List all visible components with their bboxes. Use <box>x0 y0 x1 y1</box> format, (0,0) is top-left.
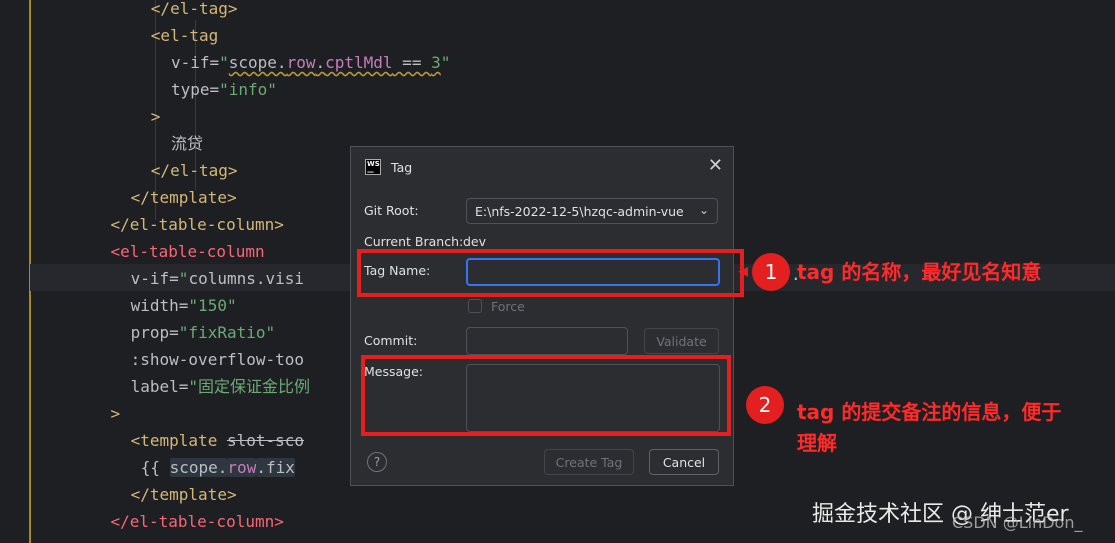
webstorm-icon: WS — <box>365 159 381 176</box>
annotation-circle-1: 1 <box>752 253 790 291</box>
code-line: type="info" <box>171 76 277 103</box>
commit-input[interactable] <box>466 327 628 355</box>
annotation-box-tag-name <box>357 249 744 297</box>
code-token: "info" <box>219 80 277 99</box>
git-root-label: Git Root: <box>364 203 419 218</box>
code-token: "fixRatio" <box>178 323 276 342</box>
annotation-circle-2: 2 <box>746 386 784 424</box>
code-line: prop="fixRatio" <box>131 319 276 346</box>
code-token: prop= <box>130 323 179 342</box>
code-token: </template> <box>130 485 237 504</box>
editor-gutter <box>0 0 30 543</box>
annotation-note-1: tag 的名称，最好见名知意 <box>797 260 1042 284</box>
code-token: <template <box>130 431 227 450</box>
git-root-select[interactable]: E:\nfs-2022-12-5\hzqc-admin-vue ⌄ <box>466 198 718 224</box>
code-token: scope. <box>228 53 287 72</box>
code-token: </el-table-column> <box>110 512 284 531</box>
create-tag-button[interactable]: Create Tag <box>544 449 634 475</box>
code-token: > <box>110 404 121 423</box>
code-token: <el-tag <box>150 26 219 45</box>
code-token: {{ <box>140 458 170 477</box>
annotation-box-message <box>361 355 731 436</box>
code-line: <el-table-column <box>110 238 264 265</box>
code-line: label="固定保证金比例 <box>131 373 310 400</box>
code-token: columns.visi <box>188 269 305 288</box>
code-token: :show-overflow-too <box>130 350 305 369</box>
code-line: </el-table-column> <box>110 211 283 238</box>
help-icon[interactable]: ? <box>367 452 387 472</box>
close-icon[interactable]: ✕ <box>708 155 723 176</box>
cancel-button[interactable]: Cancel <box>649 449 719 475</box>
code-token: </el-table-column> <box>110 215 284 234</box>
code-line: </el-table-column> <box>110 508 283 535</box>
annotation-note-2-line2: 理解 <box>797 431 837 455</box>
code-token: row <box>227 458 257 477</box>
code-token: type= <box>170 80 220 99</box>
code-token: </el-tag> <box>150 0 238 18</box>
code-token: v-if= <box>170 53 220 72</box>
code-token: 流贷 <box>170 134 203 153</box>
code-token: > <box>150 107 161 126</box>
git-root-value: E:\nfs-2022-12-5\hzqc-admin-vue <box>475 203 684 219</box>
code-token: "固定保证金比例 <box>188 377 311 396</box>
code-token: " <box>440 53 451 72</box>
watermark-csdn: CSDN @LinDon_ <box>952 513 1083 532</box>
code-line: > <box>110 400 120 427</box>
code-token: width= <box>130 296 189 315</box>
code-token: row <box>286 53 316 72</box>
code-token: <el-table-column <box>110 242 265 261</box>
code-token: cptlMdl <box>325 53 393 72</box>
force-label: Force <box>491 299 525 314</box>
annotation-arrow-icon: ◂ <box>738 258 749 282</box>
code-token: v-if= <box>130 269 179 288</box>
code-token: .fix <box>256 458 295 477</box>
code-token: "150" <box>188 296 237 315</box>
code-token: scope. <box>169 458 228 477</box>
current-branch-value: dev <box>463 234 487 249</box>
commit-label: Commit: <box>364 333 418 348</box>
code-line: </template> <box>131 481 237 508</box>
code-line: v-if="columns.visi <box>131 265 304 292</box>
code-token: slot-sco <box>226 431 305 450</box>
code-line: <el-tag <box>151 22 218 49</box>
code-line: width="150" <box>131 292 237 319</box>
code-token: " <box>178 269 189 288</box>
dialog-title: Tag <box>391 159 413 175</box>
annotation-note-2-line1: tag 的提交备注的信息，便于 <box>797 400 1062 424</box>
code-line: </el-tag> <box>151 0 238 22</box>
code-line: </el-tag> <box>151 157 238 184</box>
validate-button[interactable]: Validate <box>644 328 719 354</box>
current-branch-label: Current Branch: <box>364 234 464 249</box>
code-line: :show-overflow-too <box>131 346 304 373</box>
code-line: {{ scope.row.fix <box>141 454 295 481</box>
code-token: == <box>392 53 432 72</box>
chevron-down-icon: ⌄ <box>698 203 709 217</box>
code-token: . <box>315 53 326 72</box>
code-line: v-if="scope.row.cptlMdl == 3" <box>171 49 450 76</box>
code-token: </el-tag> <box>150 161 238 180</box>
code-line: 流贷 <box>171 130 203 157</box>
force-checkbox[interactable] <box>468 299 482 313</box>
code-line: </template> <box>131 184 237 211</box>
code-token: " <box>219 53 229 72</box>
code-token: label= <box>130 377 189 396</box>
code-token: </template> <box>130 188 237 207</box>
code-token: 3 <box>431 53 441 72</box>
code-line: > <box>151 103 161 130</box>
dialog-titlebar: WS — Tag <box>365 157 412 177</box>
code-line: <template slot-sco <box>131 427 304 454</box>
